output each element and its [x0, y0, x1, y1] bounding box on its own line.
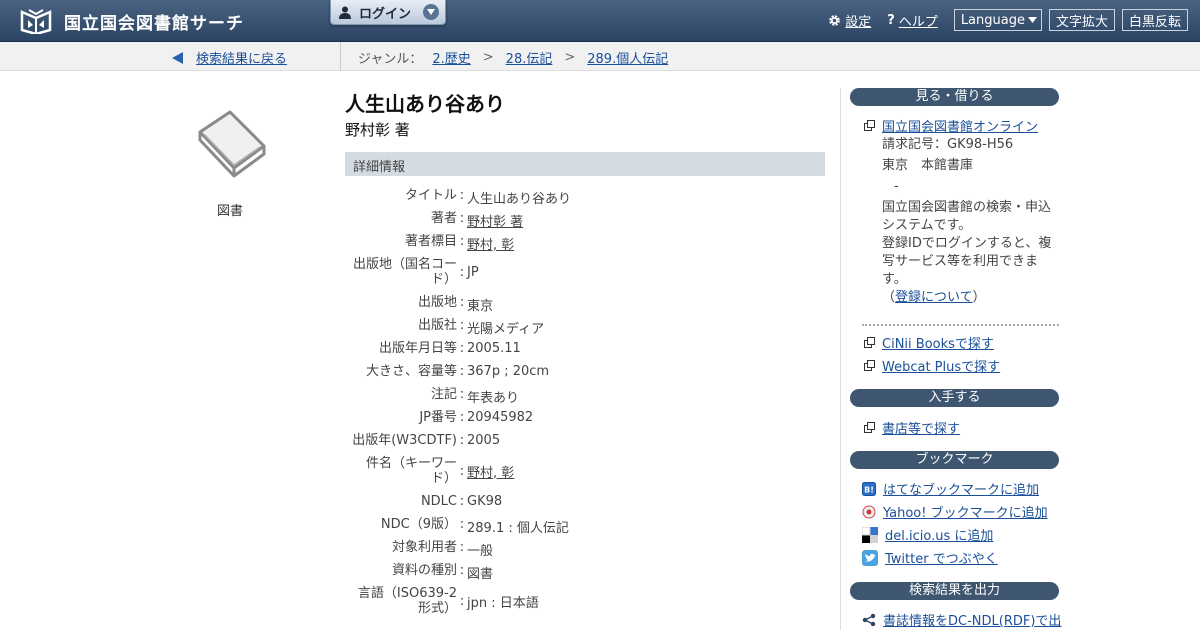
invert-colors-button[interactable]: 白黒反転: [1121, 9, 1188, 31]
breadcrumb: ジャンル： 2.歴史 > 28.伝記 > 289.個人伝記: [358, 48, 668, 67]
detail-row-audience: 対象利用者: 一般: [391, 540, 494, 559]
detail-row-author: 著者: 野村彰 著: [430, 211, 524, 230]
library-logo-icon: [20, 9, 52, 34]
share-icon: [862, 613, 876, 626]
language-label: Language: [960, 12, 1025, 28]
section-bookmark-header: ブックマーク: [850, 451, 1059, 469]
breadcrumb-separator: >: [564, 50, 576, 65]
detail-row-country-code: 出版地（国名コー ド）: JP: [352, 257, 479, 287]
chevron-down-icon: [423, 4, 440, 20]
genre-link-biography[interactable]: 28.伝記: [506, 48, 553, 67]
help-link[interactable]: ? ヘルプ: [887, 11, 938, 30]
cinii-link[interactable]: CiNii Booksで探す: [864, 333, 994, 352]
author-line: 野村彰 著: [345, 121, 410, 139]
material-type-label: 図書: [216, 204, 243, 219]
detail-row-subject: 件名（キーワー ド）: 野村, 彰: [365, 456, 515, 486]
section-export-header: 検索結果を出力: [850, 582, 1059, 600]
section-obtain-header: 入手する: [850, 389, 1059, 407]
page-title: 人生山あり谷あり: [345, 92, 505, 116]
ndl-online-link[interactable]: 国立国会図書館オンライン: [864, 116, 1038, 135]
breadcrumb-divider: [340, 42, 341, 70]
detail-row-ndc: NDC（9版）: 289.1 : 個人伝記: [380, 517, 569, 536]
header-tools: 設定 ? ヘルプ Language 文字拡大 白黒反転: [828, 9, 1188, 31]
language-select[interactable]: Language: [953, 9, 1042, 31]
location-dash: -: [894, 179, 899, 194]
detail-row-w3cdtf: 出版年(W3CDTF): 2005: [352, 433, 501, 448]
header: 国立国会図書館サーチ ログイン 設定 ? ヘルプ Language 文字拡大 白: [0, 0, 1200, 42]
webcat-link[interactable]: Webcat Plusで探す: [864, 356, 1000, 375]
column-divider: [840, 88, 841, 630]
chevron-down-icon: [1027, 17, 1037, 23]
zoom-text-button[interactable]: 文字拡大: [1048, 9, 1115, 31]
back-to-results[interactable]: 検索結果に戻る: [172, 48, 287, 67]
detail-row-extent: 大きさ、容量等: 367p ; 20cm: [365, 364, 550, 379]
question-icon: ?: [887, 12, 895, 28]
detail-row-author-heading: 著者標目: 野村, 彰: [404, 234, 515, 253]
detail-row-date: 出版年月日等: 2005.11: [378, 341, 521, 356]
call-number: 請求記号：GK98-H56: [882, 137, 1014, 152]
ndl-description: 国立国会図書館の検索・申込 システムです。 登録IDでログインすると、複 写サー…: [882, 200, 1052, 305]
settings-link[interactable]: 設定: [828, 11, 871, 30]
book-icon: [198, 110, 266, 178]
dotted-divider: [862, 324, 1059, 326]
back-arrow-icon: [172, 51, 183, 64]
detail-row-title: タイトル: 人生山あり谷あり: [404, 188, 572, 207]
yahoo-icon: [862, 505, 876, 518]
detail-heading: 詳細情報: [353, 160, 406, 175]
section-see-borrow-header: 見る・借りる: [850, 88, 1059, 106]
user-icon: [339, 6, 351, 19]
detail-row-language: 言語（ISO639-2 形式）: jpn : 日本語: [357, 586, 539, 616]
genre-link-individual-biography[interactable]: 289.個人伝記: [587, 48, 668, 67]
login-label: ログイン: [359, 6, 412, 22]
gear-icon: [829, 14, 841, 26]
bookstore-link[interactable]: 書店等で探す: [864, 418, 960, 437]
delicious-icon: [862, 526, 878, 543]
detail-row-place: 出版地: 東京: [417, 295, 494, 314]
breadcrumb-bar: 検索結果に戻る ジャンル： 2.歴史 > 28.伝記 > 289.個人伝記: [0, 42, 1200, 71]
export-rdf-link[interactable]: 書誌情報をDC-NDL(RDF)で出: [862, 610, 1061, 629]
login-button[interactable]: ログイン: [330, 0, 446, 25]
author-link[interactable]: 野村彰 著: [467, 211, 523, 230]
external-link-icon: [864, 120, 875, 131]
twitter-link[interactable]: Twitter でつぶやく: [862, 548, 998, 567]
detail-row-ndlc: NDLC: GK98: [420, 494, 503, 509]
svg-text:B!: B!: [864, 485, 874, 494]
breadcrumb-separator: >: [482, 50, 494, 65]
detail-row-note: 注記: 年表あり: [430, 387, 520, 406]
genre-label: ジャンル：: [358, 52, 423, 67]
hatena-bookmark-link[interactable]: B! はてなブックマークに追加: [862, 479, 1039, 498]
site-logo[interactable]: 国立国会図書館サーチ: [20, 8, 244, 34]
external-link-icon: [864, 360, 875, 371]
help-label: ヘルプ: [898, 14, 938, 30]
settings-label: 設定: [845, 14, 872, 30]
detail-row-material-type: 資料の種別: 図書: [391, 563, 494, 582]
hatena-icon: B!: [862, 481, 876, 496]
location: 東京 本館書庫: [882, 158, 974, 173]
detail-section-header: 詳細情報: [345, 152, 825, 176]
detail-row-publisher: 出版社: 光陽メディア: [417, 318, 545, 337]
twitter-icon: [862, 549, 878, 566]
delicious-link[interactable]: del.icio.us に追加: [862, 525, 993, 544]
site-title: 国立国会図書館サーチ: [64, 13, 244, 34]
back-to-results-link[interactable]: 検索結果に戻る: [196, 48, 287, 67]
subject-link[interactable]: 野村, 彰: [467, 462, 514, 481]
genre-link-history[interactable]: 2.歴史: [432, 48, 470, 67]
external-link-icon: [864, 337, 875, 348]
registration-link[interactable]: 登録について: [895, 290, 973, 305]
author-heading-link[interactable]: 野村, 彰: [467, 234, 514, 253]
external-link-icon: [864, 422, 875, 433]
yahoo-bookmark-link[interactable]: Yahoo! ブックマークに追加: [862, 502, 1048, 521]
detail-row-jp-number: JP番号: 20945982: [419, 410, 534, 425]
